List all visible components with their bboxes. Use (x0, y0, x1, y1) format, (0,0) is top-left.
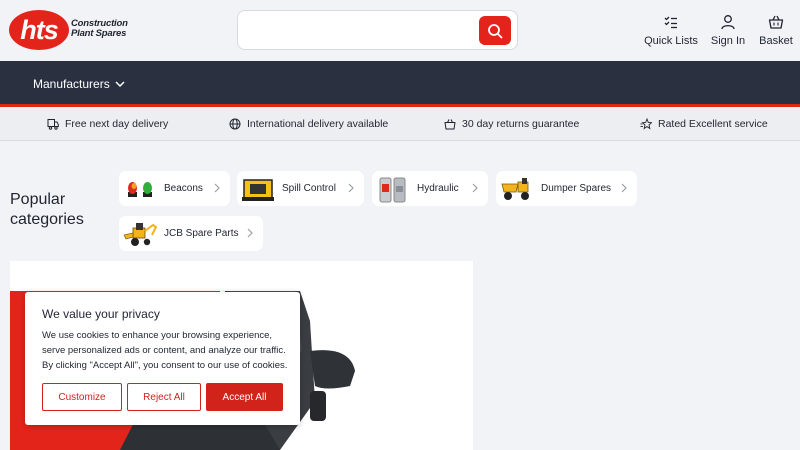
cookie-consent-dialog: We value your privacy We use cookies to … (25, 292, 300, 425)
basket-label: Basket (759, 35, 793, 47)
checklist-icon (664, 16, 677, 29)
nav-item-manufacturers[interactable]: Manufacturers (33, 77, 125, 91)
beacons-thumbnail (122, 171, 158, 206)
basket-icon (768, 15, 784, 29)
hts-logo-mark: hts (9, 10, 69, 50)
basket-link[interactable]: Basket (759, 12, 793, 50)
category-label: JCB Spare Parts (164, 228, 239, 239)
spill-control-image (242, 178, 274, 201)
user-icon (721, 15, 735, 30)
usp-item-delivery: Free next day delivery (47, 118, 168, 130)
search-input[interactable] (246, 19, 476, 41)
hydraulic-thumbnail (375, 171, 411, 206)
chevron-right-icon (621, 183, 627, 193)
globe-icon (229, 118, 241, 130)
category-label: Spill Control (282, 183, 336, 194)
hts-logo[interactable]: hts Construction Plant Spares (9, 9, 129, 51)
popular-categories-title: Popular categories (10, 191, 84, 228)
usp-label: Free next day delivery (65, 118, 169, 130)
usp-item-rating: Rated Excellent service (640, 118, 768, 130)
category-label: Dumper Spares (541, 183, 612, 194)
beacons-image (128, 181, 152, 197)
chevron-right-icon (472, 183, 478, 193)
logo-subtitle-line2: Plant Spares (71, 28, 127, 39)
chevron-right-icon (348, 183, 354, 193)
usp-label: International delivery available (247, 118, 389, 130)
quick-lists-link[interactable]: Quick Lists (644, 12, 698, 50)
usp-label: 30 day returns guarantee (462, 118, 580, 130)
spill-control-thumbnail (240, 171, 276, 206)
search-box (237, 10, 518, 50)
usp-item-international: International delivery available (229, 118, 388, 130)
sign-in-label: Sign In (710, 35, 746, 47)
accept-all-button[interactable]: Accept All (206, 383, 283, 411)
chevron-right-icon (214, 183, 220, 193)
category-dumper-spares[interactable]: Dumper Spares (496, 171, 637, 206)
site-header: hts Construction Plant Spares Quick List… (0, 0, 800, 61)
returns-basket-icon (444, 119, 456, 130)
usp-item-returns: 30 day returns guarantee (444, 118, 579, 130)
hero-side-panel (473, 261, 790, 450)
category-spill-control[interactable]: Spill Control (237, 171, 364, 206)
category-label: Beacons (164, 183, 203, 194)
dumper-spares-thumbnail (499, 171, 535, 206)
category-label: Hydraulic (417, 183, 459, 194)
dumper-image (501, 177, 529, 200)
search-button[interactable] (479, 16, 511, 45)
category-jcb-spare-parts[interactable]: JCB Spare Parts (119, 216, 263, 251)
rating-stars-icon (640, 118, 652, 130)
main-nav: Manufacturers (0, 61, 800, 107)
usp-label: Rated Excellent service (658, 118, 768, 130)
logo-subtitle: Construction Plant Spares (71, 19, 128, 39)
delivery-truck-icon (47, 119, 59, 130)
chevron-down-icon (115, 80, 125, 87)
hydraulic-image (379, 177, 406, 202)
usp-bar: Free next day delivery International del… (0, 109, 800, 141)
quick-lists-label: Quick Lists (644, 35, 698, 47)
customize-button[interactable]: Customize (42, 383, 122, 411)
reject-all-button[interactable]: Reject All (127, 383, 201, 411)
category-beacons[interactable]: Beacons (119, 171, 230, 206)
category-hydraulic[interactable]: Hydraulic (372, 171, 488, 206)
search-icon (488, 23, 503, 38)
sign-in-link[interactable]: Sign In (711, 12, 745, 50)
jcb-spare-parts-thumbnail (122, 216, 158, 251)
cookie-body: We use cookies to enhance your browsing … (42, 330, 288, 371)
svg-text:hts: hts (20, 15, 58, 45)
cookie-title: We value your privacy (42, 307, 160, 321)
chevron-right-icon (247, 228, 253, 238)
nav-item-label: Manufacturers (33, 77, 110, 91)
backhoe-image (123, 222, 158, 246)
